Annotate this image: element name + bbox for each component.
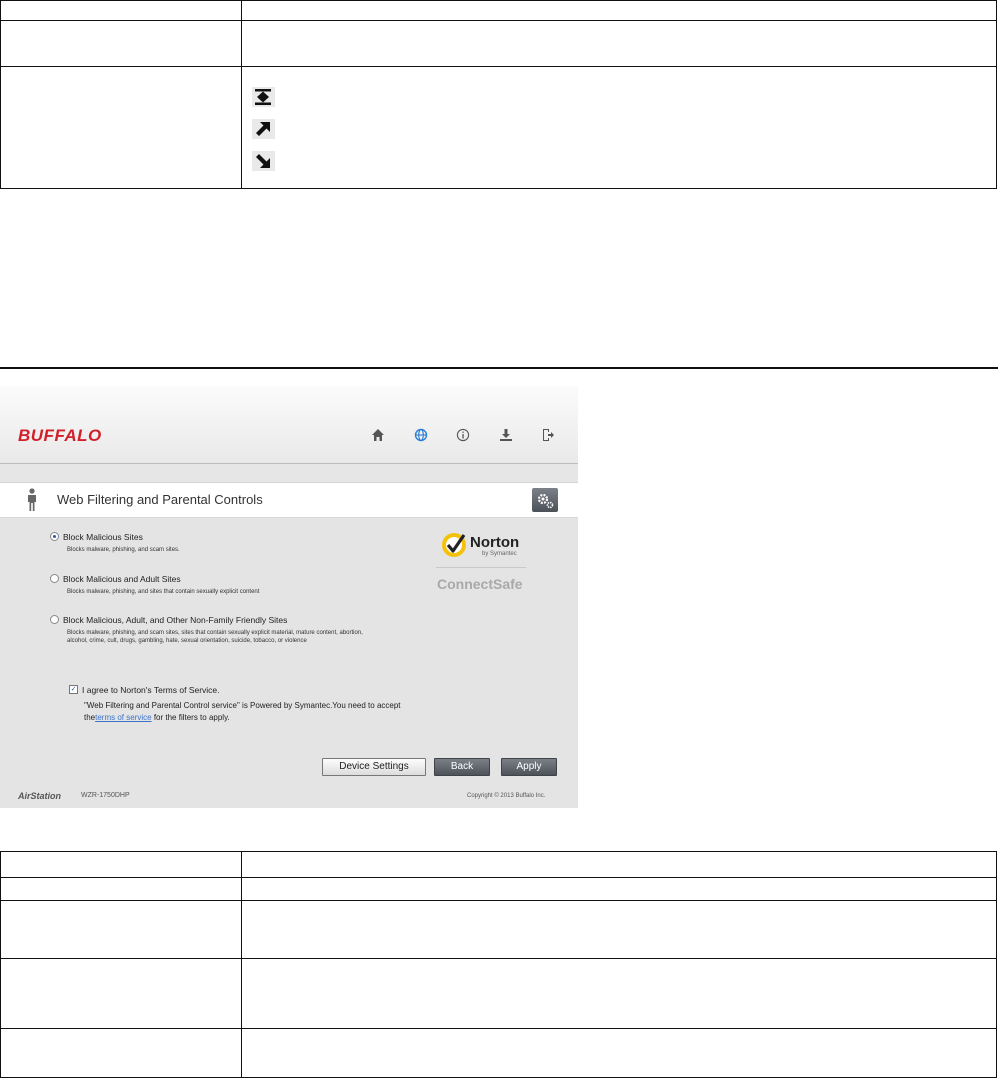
radio-button[interactable] <box>50 532 59 542</box>
option-description: Blocks malware, phishing, and scam sites… <box>67 547 180 554</box>
table-row <box>0 1028 997 1078</box>
norton-check-logo <box>440 531 468 564</box>
table-cell <box>0 66 242 189</box>
list-item <box>252 119 988 139</box>
person-icon <box>25 488 39 517</box>
back-button[interactable]: Back <box>434 758 490 776</box>
table-cell-icons <box>241 66 997 189</box>
info-icon[interactable] <box>456 428 470 442</box>
list-item <box>252 87 988 107</box>
radio-button[interactable] <box>50 615 59 625</box>
table-cell <box>0 0 242 21</box>
radio-button[interactable] <box>50 574 59 584</box>
norton-wordmark: Norton <box>470 534 520 551</box>
agree-label: I agree to Norton's Terms of Service. <box>82 685 220 695</box>
table-cell <box>241 900 997 959</box>
norton-byline: by Symantec <box>482 551 517 557</box>
section-divider <box>0 367 998 369</box>
agree-checkbox[interactable]: ✓ <box>69 685 78 695</box>
table-cell <box>241 877 997 901</box>
option-block-non-family[interactable]: Block Malicious, Adult, and Other Non-Fa… <box>50 615 377 645</box>
logout-icon[interactable] <box>541 428 555 442</box>
arrow-down-right-icon <box>252 151 275 171</box>
table-row <box>0 20 997 67</box>
bottom-doc-table <box>0 851 997 1078</box>
option-block-malicious[interactable]: Block Malicious Sites Blocks malware, ph… <box>50 532 377 554</box>
arrow-up-right-icon <box>252 119 275 139</box>
agree-terms-checkbox-row[interactable]: ✓ I agree to Norton's Terms of Service. <box>69 685 220 695</box>
terms-note: "Web Filtering and Parental Control serv… <box>84 700 424 724</box>
router-screenshot: BUFFALO Web Filtering and Parental Contr… <box>0 386 578 808</box>
connectsafe-wordmark: ConnectSafe <box>437 576 523 592</box>
sort-both-icon <box>252 87 275 107</box>
option-block-malicious-adult[interactable]: Block Malicious and Adult Sites Blocks m… <box>50 574 377 596</box>
breadcrumb-strip <box>0 464 578 483</box>
option-label: Block Malicious and Adult Sites <box>63 574 181 584</box>
table-cell <box>0 900 242 959</box>
router-header: BUFFALO <box>0 386 578 464</box>
table-cell <box>0 877 242 901</box>
table-cell <box>241 20 997 67</box>
globe-icon[interactable] <box>414 428 428 442</box>
table-cell <box>0 20 242 67</box>
table-cell <box>0 851 242 878</box>
table-cell <box>241 851 997 878</box>
table-cell <box>0 958 242 1029</box>
table-row <box>0 877 997 901</box>
settings-gear-button[interactable] <box>532 488 558 512</box>
download-icon[interactable] <box>499 428 513 442</box>
arrow-icon-list <box>250 67 988 171</box>
table-cell <box>241 0 997 21</box>
option-label: Block Malicious Sites <box>63 532 143 542</box>
table-cell <box>241 1028 997 1078</box>
top-doc-table <box>0 0 997 189</box>
table-row <box>0 900 997 959</box>
option-description: Blocks malware, phishing, and scam sites… <box>67 630 363 645</box>
buffalo-logo: BUFFALO <box>18 426 102 445</box>
option-description: Blocks malware, phishing, and sites that… <box>67 589 260 596</box>
airstation-logo: AirStation <box>18 791 62 801</box>
terms-of-service-link[interactable]: terms of service <box>95 713 151 722</box>
home-icon[interactable] <box>371 428 385 442</box>
terms-note-suffix: for the filters to apply. <box>151 713 230 722</box>
page-titlebar: Web Filtering and Parental Controls <box>0 483 578 518</box>
device-settings-button[interactable]: Device Settings <box>322 758 426 776</box>
apply-button[interactable]: Apply <box>501 758 557 776</box>
table-row <box>0 958 997 1029</box>
option-label: Block Malicious, Adult, and Other Non-Fa… <box>63 615 288 625</box>
table-row <box>0 851 997 878</box>
table-cell <box>241 958 997 1029</box>
gear-icon <box>537 493 554 509</box>
page-title: Web Filtering and Parental Controls <box>57 492 263 507</box>
divider <box>436 567 526 568</box>
table-row <box>0 0 997 21</box>
model-number: WZR-1750DHP <box>81 792 130 799</box>
copyright-text: Copyright © 2013 Buffalo Inc. <box>467 793 546 799</box>
table-cell <box>0 1028 242 1078</box>
list-item <box>252 151 988 171</box>
table-row <box>0 66 997 189</box>
